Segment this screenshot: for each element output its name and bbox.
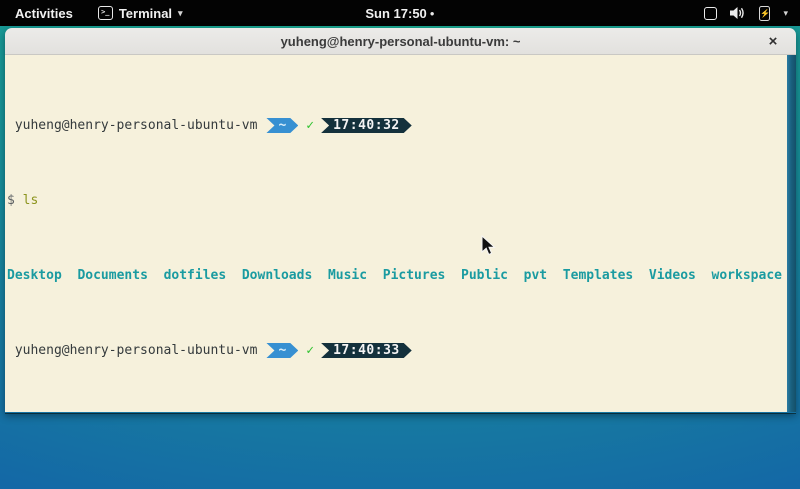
chevron-down-icon: ▾ bbox=[178, 8, 183, 19]
command-line: $ ls bbox=[7, 193, 786, 208]
app-menu-terminal[interactable]: >_ Terminal ▾ bbox=[88, 0, 193, 26]
prompt-dollar: $ bbox=[7, 193, 15, 208]
directory-name: Pictures bbox=[383, 268, 446, 283]
battery-charging-icon: ⚡ bbox=[759, 6, 770, 21]
terminal-window[interactable]: yuheng@henry-personal-ubuntu-vm: ~ × yuh… bbox=[5, 28, 796, 413]
app-menu-label: Terminal bbox=[119, 6, 172, 21]
prompt-line-2: yuheng@henry-personal-ubuntu-vm ~ ✓ 17:40:3… bbox=[7, 343, 786, 358]
directory-name: Videos bbox=[649, 268, 696, 283]
desktop-wallpaper: yuheng@henry-personal-ubuntu-vm: ~ × yuh… bbox=[0, 26, 800, 489]
directory-name: Documents bbox=[77, 268, 147, 283]
clock-label: Sun 17:50 bbox=[365, 6, 426, 21]
prompt-user-host: yuheng@henry-personal-ubuntu-vm bbox=[15, 118, 258, 133]
activities-button[interactable]: Activities bbox=[0, 0, 88, 26]
typed-command: ls bbox=[23, 193, 39, 208]
clock-button[interactable]: Sun 17:50 ● bbox=[365, 0, 434, 26]
system-status-area[interactable]: ⚡ ▾ bbox=[704, 0, 792, 26]
window-titlebar[interactable]: yuheng@henry-personal-ubuntu-vm: ~ × bbox=[5, 28, 796, 55]
screen-icon bbox=[704, 7, 717, 20]
directory-name: Music bbox=[328, 268, 367, 283]
scrollbar[interactable] bbox=[787, 55, 796, 412]
close-icon[interactable]: × bbox=[762, 28, 784, 55]
system-menu-chevron-icon: ▾ bbox=[783, 8, 788, 19]
directory-name: dotfiles bbox=[164, 268, 227, 283]
prompt-user-host: yuheng@henry-personal-ubuntu-vm bbox=[15, 343, 258, 358]
notification-dot-icon: ● bbox=[430, 9, 435, 18]
prompt-line-1: yuheng@henry-personal-ubuntu-vm ~ ✓ 17:40:3… bbox=[7, 118, 786, 133]
terminal-icon: >_ bbox=[98, 6, 113, 20]
prompt-cwd-segment: ~ bbox=[266, 343, 298, 358]
activities-label: Activities bbox=[15, 6, 73, 21]
prompt-time-segment: 17:40:32 bbox=[321, 118, 412, 133]
prompt-time-segment: 17:40:33 bbox=[321, 343, 412, 358]
directory-name: Templates bbox=[563, 268, 633, 283]
gnome-top-bar: Activities >_ Terminal ▾ Sun 17:50 ● ⚡ ▾ bbox=[0, 0, 800, 26]
ls-output-line: Desktop Documents dotfiles Downloads Mus… bbox=[7, 268, 786, 283]
directory-name: Desktop bbox=[7, 268, 62, 283]
window-title: yuheng@henry-personal-ubuntu-vm: ~ bbox=[281, 34, 521, 49]
directory-name: Public bbox=[461, 268, 508, 283]
directory-name: pvt bbox=[524, 268, 547, 283]
directory-name: Downloads bbox=[242, 268, 312, 283]
prompt-status-check-icon: ✓ bbox=[306, 118, 314, 133]
directory-name: workspace bbox=[712, 268, 782, 283]
prompt-status-check-icon: ✓ bbox=[306, 343, 314, 358]
volume-icon bbox=[730, 6, 746, 20]
prompt-cwd-segment: ~ bbox=[266, 118, 298, 133]
mouse-cursor-icon bbox=[481, 235, 496, 257]
terminal-content[interactable]: yuheng@henry-personal-ubuntu-vm ~ ✓ 17:40:3… bbox=[5, 55, 796, 412]
